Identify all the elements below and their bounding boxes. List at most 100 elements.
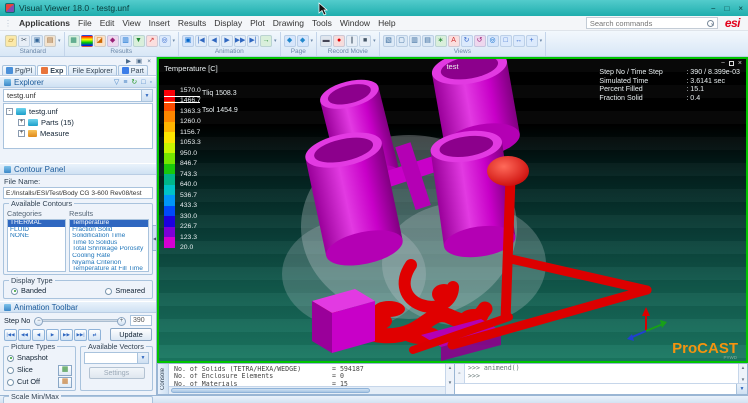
play-button[interactable]: ▶ <box>46 329 59 341</box>
menu-edit[interactable]: Edit <box>96 18 119 28</box>
menu-plot[interactable]: Plot <box>246 18 269 28</box>
movie-icon[interactable]: ▬ <box>320 35 332 47</box>
category-none[interactable]: NONE <box>8 233 65 240</box>
radio-picture-type-cut-off[interactable]: Cut Off▦ <box>7 376 72 388</box>
menu-applications[interactable]: Applications <box>15 18 74 28</box>
refresh-icon[interactable]: ↻ <box>131 78 137 86</box>
scroll-down-icon[interactable]: ▼ <box>448 380 452 385</box>
view-front-icon[interactable]: ▢ <box>396 35 408 47</box>
stop-icon[interactable]: ■ <box>359 35 371 47</box>
menu-help[interactable]: Help <box>374 18 399 28</box>
play-icon[interactable]: ▶ <box>221 35 233 47</box>
radio-icon[interactable] <box>11 288 18 295</box>
minimize-icon[interactable]: − <box>711 4 716 13</box>
open-file-icon[interactable]: ▱ <box>5 35 17 47</box>
rewind-button[interactable]: ◀◀ <box>18 329 31 341</box>
toolbar-caret-icon[interactable]: ▾ <box>58 38 61 44</box>
viewport-restore-icon[interactable] <box>729 61 734 66</box>
radio-display-type-banded[interactable]: Banded <box>11 286 46 296</box>
page-prev-icon[interactable]: ◆ <box>284 35 296 47</box>
menu-tools[interactable]: Tools <box>308 18 336 28</box>
first-frame-icon[interactable]: |◀ <box>195 35 207 47</box>
spin-icon[interactable]: ↺ <box>474 35 486 47</box>
result-time-to-solidus[interactable]: Time to Solidus <box>70 240 148 247</box>
result-temperature[interactable]: Temperature <box>70 220 148 227</box>
console-scrollbar[interactable]: ▲ ▼ <box>445 364 454 394</box>
pin-icon[interactable]: ▶ <box>126 57 131 65</box>
menu-view[interactable]: View <box>118 18 144 28</box>
scroll-up-icon[interactable]: ▲ <box>448 365 452 370</box>
slice-tool-button[interactable]: ▦ <box>58 365 72 376</box>
export-animation-icon[interactable]: → <box>260 35 272 47</box>
menu-results[interactable]: Results <box>174 18 210 28</box>
menu-file[interactable]: File <box>74 18 96 28</box>
menu-display[interactable]: Display <box>210 18 246 28</box>
chevron-down-icon[interactable]: ▼ <box>736 384 747 394</box>
tree-item-testg-unf[interactable]: -testg.unf <box>6 106 150 117</box>
vectors-combo[interactable]: ▼ <box>84 352 149 364</box>
search-icon[interactable] <box>707 20 714 27</box>
fast-forward-button[interactable]: ▶▶| <box>74 329 87 341</box>
viewport-3d[interactable]: test − × Step No / Time Step: 390 / 8.39… <box>157 57 748 363</box>
export-icon[interactable]: ▼ <box>133 35 145 47</box>
step-forward-button[interactable]: ▶▶ <box>60 329 73 341</box>
tree-item-parts-15[interactable]: +Parts (15) <box>6 117 150 128</box>
result-solidification-time[interactable]: Solidification Time <box>70 233 148 240</box>
menu-drawing[interactable]: Drawing <box>269 18 308 28</box>
loop-button[interactable]: ⇄ <box>88 329 101 341</box>
tree-item-measure[interactable]: +Measure <box>6 128 150 139</box>
toolbar-caret-icon[interactable]: ▾ <box>274 38 277 44</box>
radio-display-type-smeared[interactable]: Smeared <box>105 286 145 296</box>
radio-icon[interactable] <box>105 288 112 295</box>
axis-icon[interactable]: ∗ <box>435 35 447 47</box>
step-back-icon[interactable]: ◀ <box>208 35 220 47</box>
update-button[interactable]: Update <box>110 328 152 341</box>
close-icon[interactable]: × <box>738 4 743 13</box>
panel-close-icon[interactable]: × <box>147 58 151 65</box>
fit-icon[interactable]: ↔ <box>513 35 525 47</box>
new-window-icon[interactable]: □ <box>141 79 145 86</box>
probe-icon[interactable]: ◎ <box>159 35 171 47</box>
step-back-button[interactable]: ◀ <box>32 329 45 341</box>
radio-icon[interactable] <box>7 355 14 362</box>
slider-plus-icon[interactable]: + <box>117 317 126 326</box>
paste-icon[interactable]: ▤ <box>44 35 56 47</box>
settings-button[interactable]: Settings <box>89 367 145 379</box>
step-slider[interactable]: − + <box>38 319 122 322</box>
annotation-icon[interactable]: A <box>448 35 460 47</box>
first-frame-button[interactable]: |◀◀ <box>4 329 17 341</box>
console-tab[interactable]: Console <box>158 364 169 394</box>
tree-expander-icon[interactable]: + <box>18 130 25 137</box>
copy-icon[interactable]: ▣ <box>31 35 43 47</box>
toolbar-caret-icon[interactable]: ▾ <box>373 38 376 44</box>
animation-setup-icon[interactable]: ▣ <box>182 35 194 47</box>
chevron-down-icon[interactable]: ▼ <box>141 90 152 101</box>
filter-icon[interactable]: ▽ <box>114 78 119 86</box>
view-iso-icon[interactable]: ▧ <box>383 35 395 47</box>
menu-insert[interactable]: Insert <box>145 18 174 28</box>
file-name-field[interactable]: E:/Installs/ESI/Test/Body CG 3-600 Rev08… <box>3 187 153 199</box>
tab-file-explorer[interactable]: File Explorer <box>68 65 116 75</box>
more-icon[interactable]: ◦ <box>150 79 152 86</box>
result-temperature-at-fill-time[interactable]: Temperature at Fill Time <box>70 266 148 272</box>
step-forward-icon[interactable]: ▶▶ <box>234 35 246 47</box>
last-frame-icon[interactable]: ▶| <box>247 35 259 47</box>
toolbar-caret-icon[interactable]: ▾ <box>173 38 176 44</box>
section-icon[interactable]: ◪ <box>94 35 106 47</box>
zoom-area-icon[interactable]: □ <box>500 35 512 47</box>
pan-icon[interactable]: + <box>526 35 538 47</box>
float-icon[interactable]: ▣ <box>136 57 142 65</box>
viewport-close-icon[interactable]: × <box>738 60 742 67</box>
result-fraction-solid[interactable]: Fraction Solid <box>70 227 148 234</box>
python-scrollbar[interactable]: ▲ ▼ <box>738 364 747 383</box>
scroll-up-icon[interactable]: ▲ <box>741 365 745 370</box>
contour-icon[interactable] <box>81 35 93 47</box>
radio-picture-type-snapshot[interactable]: Snapshot <box>7 352 72 364</box>
result-cooling-rate[interactable]: Cooling Rate <box>70 253 148 260</box>
step-value-field[interactable]: 390 <box>130 315 152 326</box>
iso-surface-icon[interactable]: ◆ <box>107 35 119 47</box>
tree-expander-icon[interactable]: + <box>18 119 25 126</box>
viewport-minimize-icon[interactable]: − <box>721 60 725 67</box>
tab-pg-pl[interactable]: Pg/Pl <box>2 65 36 75</box>
radio-picture-type-slice[interactable]: Slice▦ <box>7 364 72 376</box>
